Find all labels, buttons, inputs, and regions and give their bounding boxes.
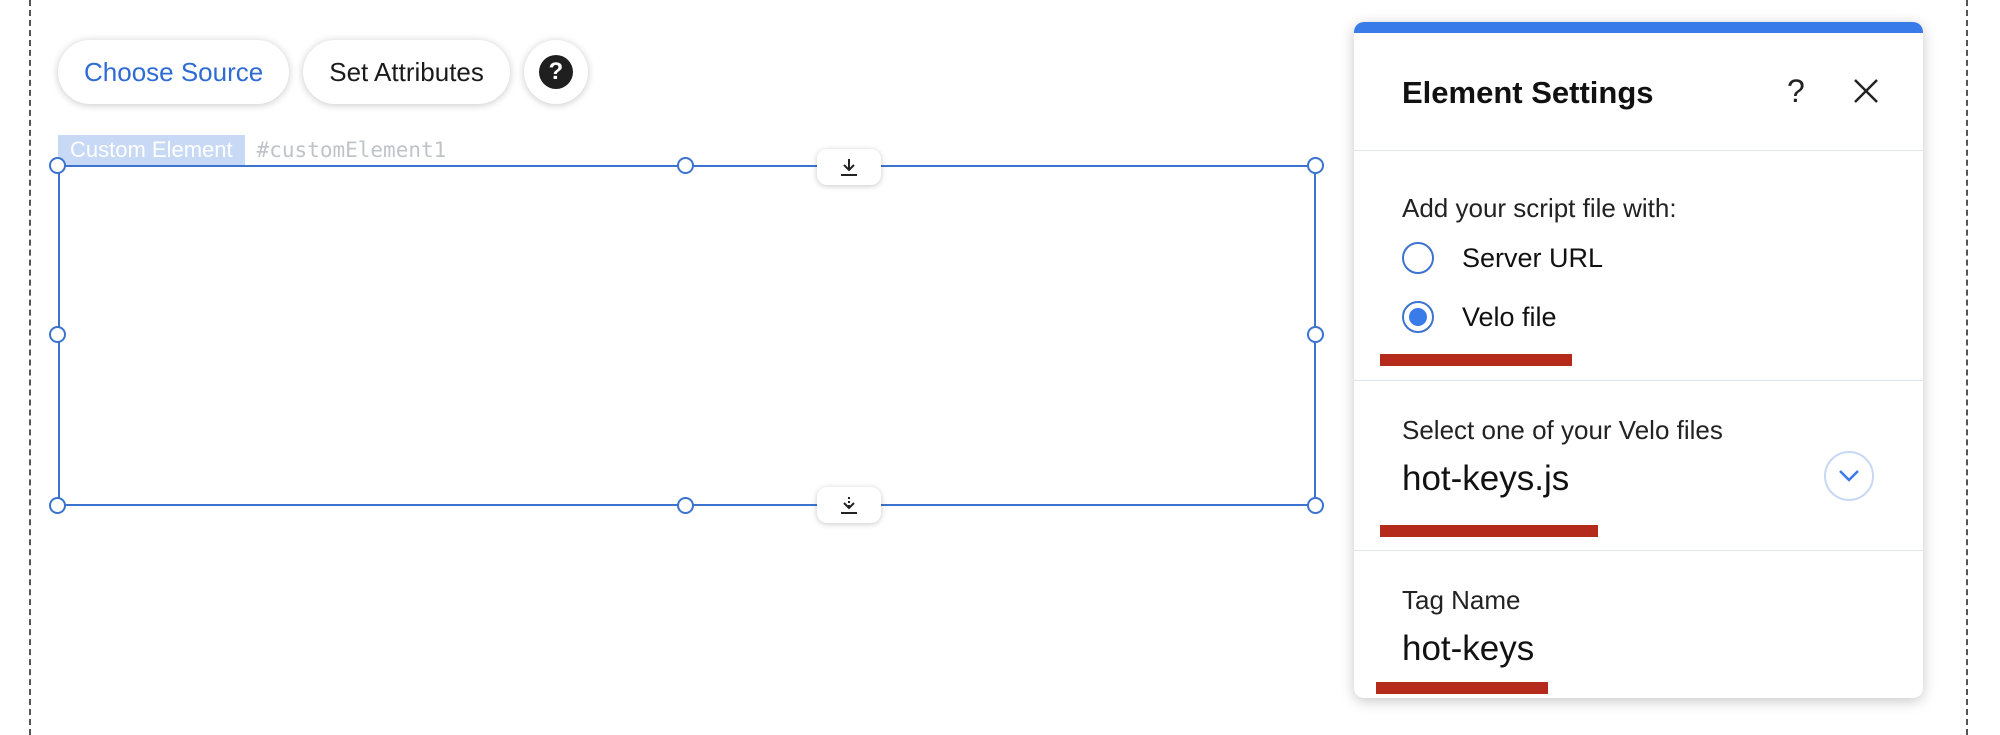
tag-name-section: Tag Name hot-keys [1354,551,1923,698]
radio-label: Velo file [1462,301,1557,332]
element-settings-panel: Element Settings ? Add your script file … [1354,22,1923,698]
canvas-left-dashed-guide [29,0,31,735]
resize-handle-middle-left[interactable] [49,326,66,343]
resize-handle-top-right[interactable] [1307,157,1324,174]
chevron-down-icon [1839,470,1859,482]
close-icon[interactable] [1852,77,1880,105]
set-attributes-button[interactable]: Set Attributes [303,40,510,104]
radio-label: Server URL [1462,242,1604,273]
element-type-tag: Custom Element [58,135,245,165]
panel-title: Element Settings [1402,75,1654,110]
panel-accent-bar [1354,22,1923,33]
element-toolbar: Choose Source Set Attributes ? [58,40,588,104]
script-source-section: Add your script file with: Server URL Ve… [1354,151,1923,381]
element-label: Custom Element #customElement1 [58,135,446,165]
resize-handle-top-left[interactable] [49,157,66,174]
resize-handle-bottom-middle[interactable] [677,497,694,514]
resize-handle-top-middle[interactable] [677,157,694,174]
velo-file-label: Select one of your Velo files [1402,415,1723,445]
radio-circle[interactable] [1402,242,1434,274]
choose-source-button[interactable]: Choose Source [58,40,290,104]
canvas-right-dashed-guide [1966,0,1968,735]
custom-element-frame[interactable] [58,165,1316,506]
velo-file-value[interactable]: hot-keys.js [1402,459,1569,499]
radio-velo-file[interactable]: Velo file [1402,301,1557,333]
radio-circle[interactable] [1402,301,1434,333]
download-dotted-icon [841,497,857,514]
stretch-anchor-bottom[interactable] [817,487,881,523]
script-source-label: Add your script file with: [1402,193,1677,223]
velo-file-dropdown-button[interactable] [1824,451,1874,501]
element-id: #customElement1 [256,138,447,162]
resize-handle-bottom-left[interactable] [49,497,66,514]
radio-server-url[interactable]: Server URL [1402,242,1603,274]
velo-file-section: Select one of your Velo files hot-keys.j… [1354,381,1923,551]
annotation-underline [1376,682,1548,694]
resize-handle-bottom-right[interactable] [1307,497,1324,514]
resize-handle-middle-right[interactable] [1307,326,1324,343]
help-button[interactable]: ? [523,40,588,104]
panel-header: Element Settings ? [1354,33,1923,151]
annotation-underline [1380,354,1572,366]
question-circle-icon: ? [538,55,573,89]
tag-name-value[interactable]: hot-keys [1402,629,1534,669]
annotation-underline [1380,525,1598,537]
download-icon [841,159,857,176]
tag-name-label: Tag Name [1402,585,1521,615]
help-icon[interactable]: ? [1787,73,1805,110]
stretch-anchor-top[interactable] [817,149,881,185]
